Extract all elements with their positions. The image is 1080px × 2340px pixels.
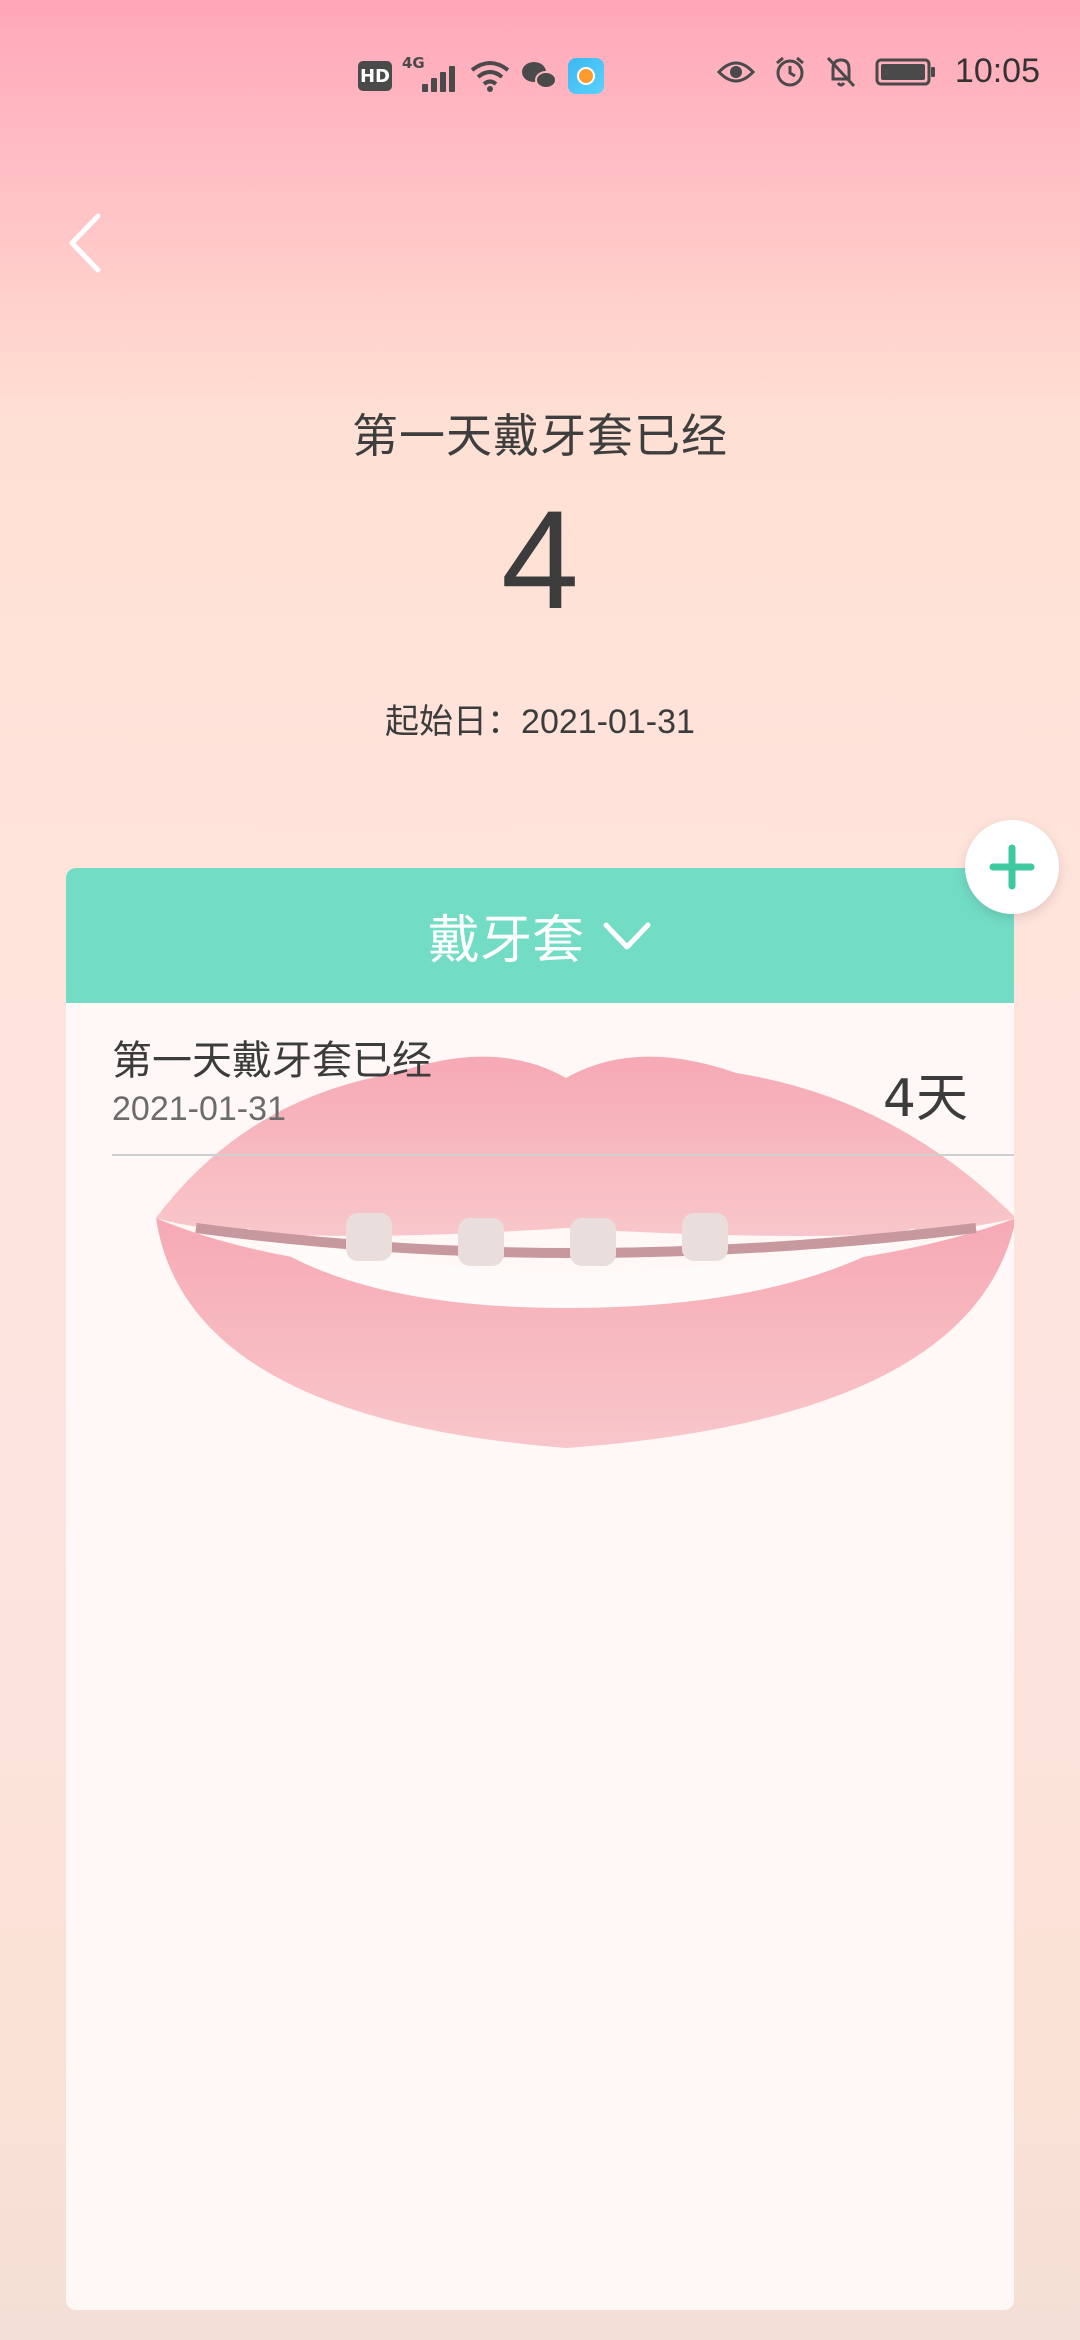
anniversary-card: 戴牙套 第一天戴牙套已经 2021-01-31 4天 (66, 868, 1014, 2310)
chevron-left-icon (69, 213, 101, 273)
item-name: 第一天戴牙套已经 (112, 1038, 432, 1084)
battery-icon (875, 58, 935, 85)
back-button[interactable] (60, 208, 120, 278)
category-label: 戴牙套 (427, 911, 584, 971)
status-icons-right: 10:05 (716, 52, 1040, 91)
start-date-line: 起始日：2021-01-31 (0, 694, 1080, 743)
item-date: 2021-01-31 (112, 1090, 286, 1128)
day-count: 4 (501, 481, 579, 638)
list-item[interactable]: 第一天戴牙套已经 2021-01-31 4天 (112, 1028, 1014, 1156)
add-button[interactable] (965, 820, 1059, 914)
wifi-icon (470, 61, 510, 92)
wechat-icon (522, 62, 557, 89)
start-date-value: 2021-01-31 (521, 703, 695, 741)
item-days: 4天 (882, 1069, 968, 1129)
network-type: 4G (402, 54, 425, 72)
eye-icon (716, 61, 755, 82)
page-title: 第一天戴牙套已经 (352, 409, 728, 463)
app-notification-icon (568, 58, 604, 94)
start-date-label: 起始日： (385, 702, 522, 742)
hd-icon: HD (358, 61, 392, 91)
status-bar: HD 4G 10:05 (0, 0, 1080, 160)
mute-bell-icon (826, 56, 856, 87)
plus-icon (989, 844, 1035, 890)
chevron-down-icon (603, 922, 651, 949)
clock: 10:05 (954, 52, 1040, 90)
status-icons-left: HD 4G (358, 54, 604, 94)
alarm-icon (775, 56, 804, 86)
signal-icon: 4G (402, 54, 460, 94)
